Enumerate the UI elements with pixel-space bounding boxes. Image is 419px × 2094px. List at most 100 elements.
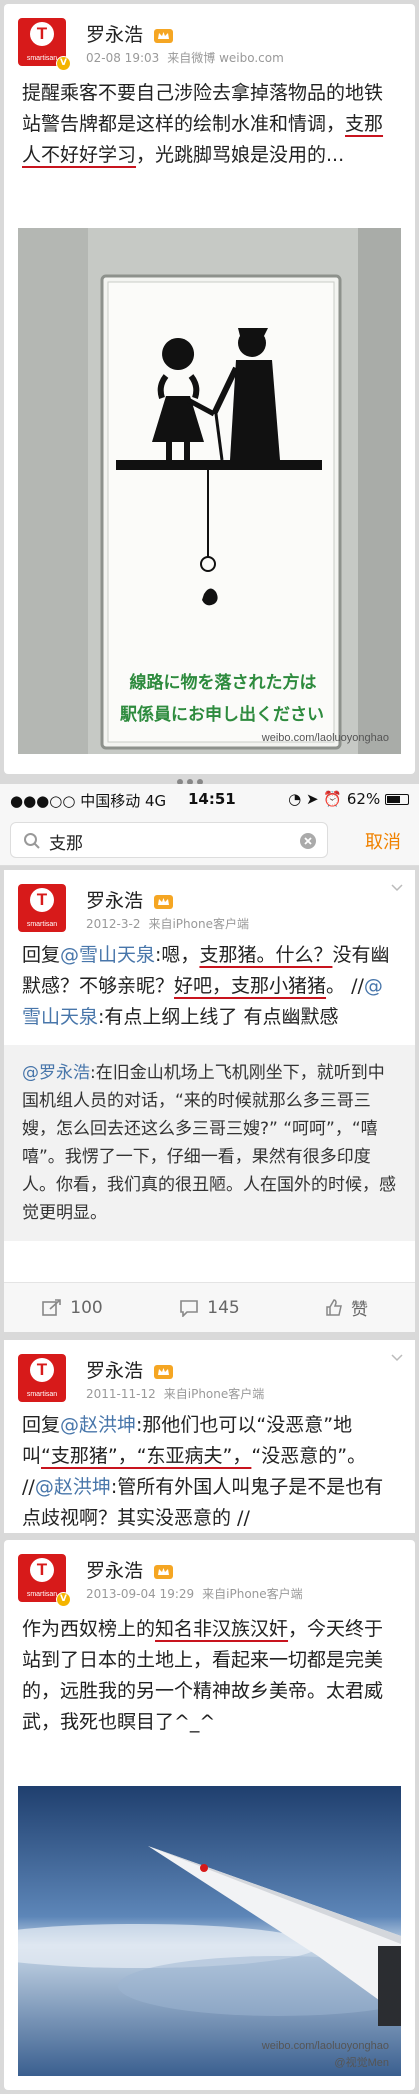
signal-icon: ●●●○○	[10, 792, 76, 810]
image-watermark: weibo.com/laoluoyonghao	[261, 732, 389, 744]
crown-icon	[154, 894, 174, 909]
text-segment: 作为西奴榜上的	[22, 1618, 156, 1640]
username-text: 罗永浩	[86, 24, 144, 46]
thumbs-up-icon	[326, 1298, 342, 1316]
post-card-3: T smartisan V 罗永浩 2013-09-04 19:29 来自iPho…	[4, 1540, 415, 2090]
highlighted-text: “支那猪”，“东亚病夫”，	[41, 1445, 252, 1467]
cancel-button[interactable]: 取消	[365, 828, 401, 854]
crown-icon	[154, 28, 174, 43]
post-meta: 02-08 19:03 来自微博 weibo.com	[86, 49, 292, 66]
username[interactable]: 罗永浩	[86, 20, 174, 47]
post-text: 回复@雪山天泉:嗯，支那猪。什么？没有幽默感？不够亲昵？好吧，支那小猪猪。 //…	[4, 940, 415, 1045]
status-bar: ●●●○○ 中国移动 4G 14:51 ◔ ➤ ⏰ 62%	[0, 784, 419, 814]
post-card-1: T smartisan V 罗永浩 02-08 19:03 来自微博 weibo.…	[4, 4, 415, 774]
avatar[interactable]: T smartisan V	[18, 1554, 71, 1607]
text-segment: :有点上纲上线了 有点幽默感	[98, 1006, 339, 1028]
post-source: 来自iPhone客户端	[148, 917, 249, 931]
reply-prefix: 回复	[22, 1414, 61, 1436]
verified-icon: V	[56, 56, 71, 71]
post-meta: 2012-3-2 来自iPhone客户端	[86, 915, 257, 932]
repost-button[interactable]: 100	[4, 1298, 141, 1318]
post-text: 回复@赵洪坤:那他们也可以“没恶意”地叫“支那猪”，“东亚病夫”，“没恶意的”。…	[4, 1410, 415, 1533]
clear-icon[interactable]	[299, 832, 317, 850]
username[interactable]: 罗永浩	[86, 886, 174, 913]
comment-count: 145	[207, 1297, 240, 1318]
post-image[interactable]: 線路に物を落された方は 駅係員にお申し出ください weibo.com/laolu…	[18, 228, 401, 754]
post-source: 来自微博 weibo.com	[167, 51, 284, 65]
post-date: 2013-09-04 19:29	[86, 1587, 195, 1601]
crown-icon	[154, 1564, 174, 1579]
post-image[interactable]: weibo.com/laoluoyonghao @视觉Men	[18, 1786, 401, 2076]
battery-icon	[385, 794, 409, 805]
chevron-down-icon[interactable]	[391, 882, 403, 894]
username-text: 罗永浩	[86, 890, 144, 912]
repost-text: :在旧金山机场上飞机刚坐下，就听到中国机组人员的对话，“来的时候就那么多三哥三嫂…	[22, 1063, 396, 1223]
username-text: 罗永浩	[86, 1560, 144, 1582]
avatar-brand: smartisan	[26, 1391, 58, 1398]
image-credit: @视觉Men	[334, 2057, 389, 2069]
text-segment: 。 //	[326, 975, 364, 997]
alarm-icon: ⏰	[323, 790, 343, 808]
comment-icon	[180, 1299, 199, 1317]
post-header: T smartisan 罗永浩 2012-3-2 来自iPhone客户端	[4, 870, 415, 940]
carrier: ●●●○○ 中国移动 4G	[10, 790, 166, 811]
post-source: 来自iPhone客户端	[202, 1587, 303, 1601]
sign-caption-1: 線路に物を落された方は	[129, 673, 317, 693]
repost-icon	[42, 1298, 62, 1316]
avatar[interactable]: T smartisan	[18, 1354, 66, 1402]
image-watermark: weibo.com/laoluoyonghao	[261, 2040, 389, 2052]
search-icon	[24, 833, 40, 849]
post-meta: 2011-11-12 来自iPhone客户端	[86, 1385, 272, 1402]
username[interactable]: 罗永浩	[86, 1356, 174, 1383]
airplane-window-photo	[18, 1786, 401, 2076]
crown-icon	[154, 1364, 174, 1379]
rotation-lock-icon: ◔	[288, 790, 302, 808]
location-icon: ➤	[306, 790, 319, 808]
mention-link[interactable]: @罗永浩	[22, 1063, 90, 1083]
text-segment: :嗯，	[155, 944, 200, 966]
battery-percent: 62%	[346, 790, 381, 808]
like-button[interactable]: 赞	[278, 1295, 415, 1320]
avatar[interactable]: T smartisan	[18, 884, 66, 932]
post-source: 来自iPhone客户端	[163, 1387, 265, 1401]
username[interactable]: 罗永浩	[86, 1556, 174, 1583]
repost-count: 100	[70, 1297, 103, 1318]
avatar-logo: T	[30, 1358, 54, 1382]
highlighted-text: 知名非汉族汉奸	[155, 1618, 289, 1640]
mention-link[interactable]: @赵洪坤	[60, 1414, 136, 1436]
repost-block[interactable]: @罗永浩:在旧金山机场上飞机刚坐下，就听到中国机组人员的对话，“来的时候就那么多…	[4, 1045, 415, 1241]
avatar-logo: T	[30, 22, 54, 46]
post-text: 作为西奴榜上的知名非汉族汉奸，今天终于站到了日本的土地上，看起来一切都是完美的，…	[4, 1610, 415, 1738]
comment-button[interactable]: 145	[141, 1298, 278, 1318]
clock: 14:51	[188, 790, 236, 808]
text-segment: 提醒乘客不要自己涉险去拿掉落物品的地铁站警告牌都是这样的绘制水准和情调，	[22, 82, 384, 135]
post-date: 2012-3-2	[86, 917, 141, 931]
username-text: 罗永浩	[86, 1360, 144, 1382]
post-date: 02-08 19:03	[86, 51, 160, 65]
highlighted-text: 支那猪。什么？	[199, 944, 333, 966]
search-bar: 取消	[0, 814, 419, 866]
text-segment: ，光跳脚骂娘是没用的...	[136, 144, 345, 166]
mention-link[interactable]: @雪山天泉	[60, 944, 155, 966]
chevron-down-icon[interactable]	[391, 1352, 403, 1364]
post-header: T smartisan 罗永浩 2011-11-12 来自iPhone客户端	[4, 1340, 415, 1410]
avatar-logo: T	[30, 888, 54, 912]
highlighted-text: 好吧，支那小猪猪	[174, 975, 327, 997]
sign-caption-2: 駅係員にお申し出ください	[120, 705, 324, 725]
search-input[interactable]	[49, 829, 289, 853]
search-result-2: T smartisan 罗永浩 2011-11-12 来自iPhone客户端 回复…	[4, 1340, 415, 1533]
action-bar: 100 145 赞	[4, 1282, 415, 1332]
mention-link[interactable]: @赵洪坤	[35, 1476, 111, 1498]
carrier-text: 中国移动 4G	[80, 792, 167, 810]
search-result-1: T smartisan 罗永浩 2012-3-2 来自iPhone客户端 回复@雪…	[4, 870, 415, 1332]
verified-icon: V	[56, 1592, 71, 1607]
like-label: 赞	[351, 1300, 368, 1320]
search-box[interactable]	[10, 822, 328, 858]
status-right: ◔ ➤ ⏰ 62%	[288, 790, 409, 808]
post-date: 2011-11-12	[86, 1387, 156, 1401]
avatar[interactable]: T smartisan V	[18, 18, 71, 71]
post-meta: 2013-09-04 19:29 来自iPhone客户端	[86, 1585, 311, 1602]
post-header: T smartisan V 罗永浩 2013-09-04 19:29 来自iPho…	[4, 1540, 415, 1610]
post-text: 提醒乘客不要自己涉险去拿掉落物品的地铁站警告牌都是这样的绘制水准和情调，支那人不…	[4, 74, 415, 171]
reply-prefix: 回复	[22, 944, 61, 966]
